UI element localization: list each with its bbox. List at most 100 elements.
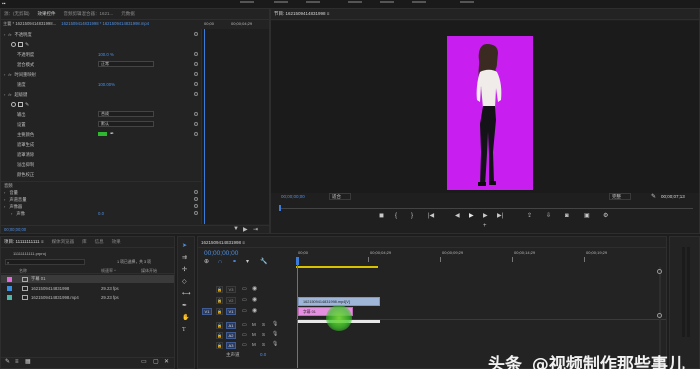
lift-icon[interactable]: ⇪ [527,213,532,219]
mute-button[interactable]: M [252,332,256,337]
project-item[interactable]: 1621509414831998.mp4 29.23 fps [1,293,174,301]
extract-icon[interactable]: ⇩ [546,213,551,219]
tab-metadata[interactable]: 元数据 [121,11,135,17]
go-to-in-icon[interactable]: |◀ [428,213,434,219]
effect-row[interactable]: 遮罩生成 [1,141,201,148]
reset-icon[interactable] [194,122,198,126]
audio-track-header[interactable]: 🔒 A2 ▭ M S 🎙 [198,331,293,341]
effect-row[interactable]: 输出 合成 [1,111,201,118]
project-search-input[interactable]: ⌕ [5,259,85,265]
effect-dropdown[interactable]: 合成 [98,111,154,117]
key-color-swatch[interactable] [98,132,107,136]
effect-row[interactable]: 混合模式 正常 [1,61,201,68]
video-track-header[interactable]: 🔒 V3 ▭ ◉ [198,285,293,295]
razor-tool-icon[interactable]: ◇ [182,279,187,285]
audio-effect-row[interactable]: › 声像 0.0 [1,210,201,217]
settings-icon[interactable]: ⚙ [603,213,608,219]
reset-icon[interactable] [194,204,198,208]
effect-dropdown[interactable]: 正常 [98,61,154,67]
new-bin-icon[interactable]: ▭ [141,359,147,365]
ripple-edit-tool-icon[interactable]: ✢ [182,267,187,273]
col-name[interactable]: 名称 [19,268,27,274]
program-timecode[interactable]: 00;00;00;00 [281,194,305,199]
type-tool-icon[interactable]: T [182,327,186,333]
track-lock-icon[interactable]: 🔒 [216,342,223,349]
clip-name-link[interactable]: 1621509414831998 * 1621509414831998.mp4 [61,21,149,26]
expand-arrow-icon[interactable]: › [4,190,5,195]
step-forward-icon[interactable]: ▶ [483,213,488,219]
workspace-tab-4[interactable] [348,1,362,3]
list-view-icon[interactable]: ≡ [15,359,19,365]
add-marker-timeline-icon[interactable]: ▾ [246,259,249,265]
effect-row[interactable]: 主要颜色 ✒ [1,131,201,138]
mic-icon[interactable]: 🎙 [272,341,278,347]
expand-arrow-icon[interactable]: › [11,211,12,216]
mask-shape-icons[interactable]: ✎ [11,41,29,48]
effect-row[interactable]: 设置 默认 [1,121,201,128]
effect-row[interactable]: ✎ [1,41,201,48]
tab-sequence[interactable]: 1621509414831998 ≡ [201,240,245,245]
label-color-chip[interactable] [7,276,12,282]
mark-out-icon[interactable]: } [411,213,413,219]
expand-arrow-icon[interactable]: › [4,32,5,37]
mic-icon[interactable]: 🎙 [272,321,278,327]
tab-source[interactable]: 源：(无剪辑) [4,11,30,17]
fit-dropdown[interactable]: 适合 [329,193,351,200]
tab-audio-clip-mixer[interactable]: 音频剪辑混合器：1621... [64,11,114,17]
col-media-start[interactable]: 媒体开始 [141,268,157,274]
button-editor-icon[interactable]: + [483,223,487,229]
eye-icon[interactable]: ◉ [252,307,257,314]
effect-row[interactable]: 遮罩清除 [1,151,201,158]
tab-effect-controls[interactable]: 效果控件 [38,11,56,17]
track-lock-icon[interactable]: 🔒 [216,286,223,293]
sync-lock-icon[interactable]: ▭ [242,342,247,348]
audio-effect-row[interactable]: › 声像器 [1,203,201,210]
track-lock-icon[interactable]: 🔒 [216,308,223,315]
effect-row[interactable]: 不透明度 100.0 % [1,51,201,58]
selection-tool-icon[interactable]: ➤ [182,243,187,249]
master-clip-path[interactable]: 主要 * 1621509414831998... [3,21,56,26]
mute-button[interactable]: M [252,322,256,327]
delete-icon[interactable]: ✕ [164,359,169,365]
label-color-chip[interactable] [7,285,12,291]
slip-tool-icon[interactable]: ⟷ [182,291,191,297]
workspace-tab-7[interactable] [460,1,474,3]
project-item[interactable]: 1621509414831998 29.23 fps [1,284,174,292]
effect-row[interactable]: ✎ [1,101,201,108]
program-monitor-title[interactable]: 节目: 1621509414831998 ≡ [274,11,329,17]
play-audio-icon[interactable]: ▶ [243,226,248,233]
sync-lock-icon[interactable]: ▭ [242,297,247,303]
track-target-label[interactable]: A3 [226,342,236,349]
effect-row[interactable]: › fx 不透明度 [1,31,201,38]
effect-row[interactable]: 颜色校正 [1,171,201,178]
rect-mask-icon[interactable] [18,101,23,107]
track-select-tool-icon[interactable]: ⇉ [182,255,187,261]
ellipse-mask-icon[interactable] [11,41,16,47]
timeline-playhead-head[interactable] [296,257,299,265]
reset-icon[interactable] [194,211,198,215]
expand-arrow-icon[interactable]: › [4,204,5,209]
eyedropper-icon[interactable]: ✒ [110,131,114,137]
reset-icon[interactable] [194,62,198,66]
solo-button[interactable]: S [262,332,265,337]
comparison-view-icon[interactable]: ▣ [584,213,590,219]
master-volume-value[interactable]: 0.0 [260,352,266,357]
linked-selection-icon[interactable]: ⚭ [232,259,237,265]
workspace-tab-5[interactable] [380,1,394,3]
video-track-header[interactable]: 🔒 V2 ▭ ◉ [198,296,293,306]
scrubber-playhead[interactable] [279,205,281,211]
play-button-icon[interactable]: ▶ [469,213,474,219]
workspace-tab-3[interactable] [306,1,320,3]
video-track-header[interactable]: V1 🔒 V1 ▭ ◉ [198,307,293,317]
effect-dropdown[interactable]: 默认 [98,121,154,127]
export-icon[interactable]: ⇥ [253,226,258,233]
tab-effects[interactable]: 效果 [112,239,121,245]
fx-icon[interactable]: fx [8,92,11,97]
program-viewer[interactable] [271,21,699,193]
mini-timeline-area[interactable] [201,29,269,224]
track-target-label[interactable]: V2 [226,297,236,304]
effect-row-value[interactable]: 100.00% [98,82,115,87]
source-patch-v1[interactable]: V1 [202,308,212,315]
track-lock-icon[interactable]: 🔒 [216,322,223,329]
eye-icon[interactable]: ◉ [252,285,257,292]
